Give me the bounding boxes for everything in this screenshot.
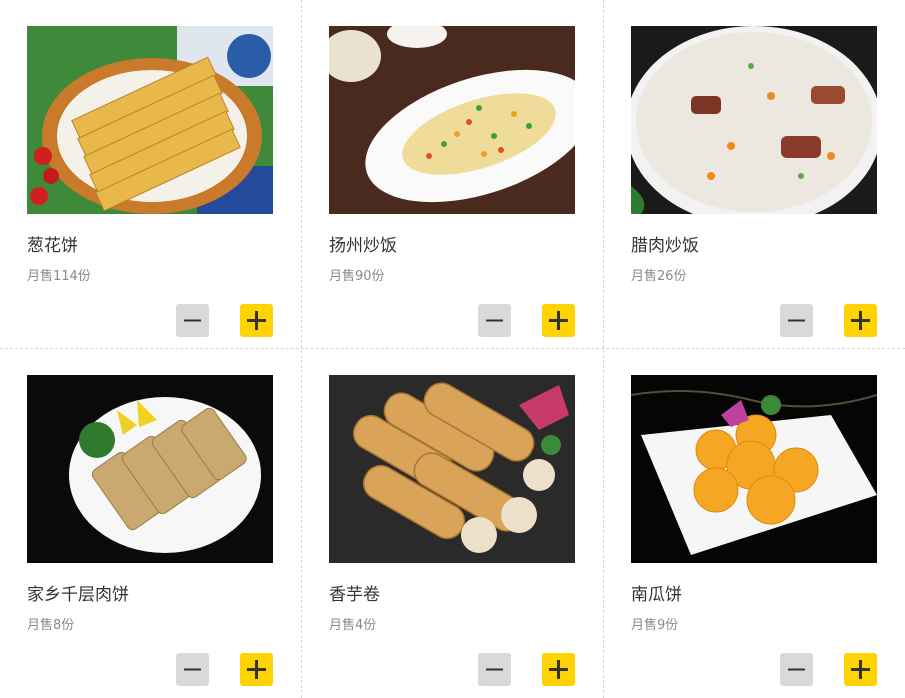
product-card-cured-pork-fried-rice[interactable]: 腊肉炒饭 月售26份: [604, 0, 905, 349]
product-name: 葱花饼: [27, 236, 78, 256]
cured-pork-fried-rice-photo[interactable]: [631, 26, 877, 214]
monthly-sales: 月售4份: [329, 618, 377, 633]
minus-icon: [788, 319, 805, 322]
product-name: 扬州炒饭: [329, 236, 397, 256]
plus-icon: [247, 660, 266, 679]
plus-icon: [851, 311, 870, 330]
scallion-pancake-photo[interactable]: [27, 26, 273, 214]
pumpkin-cake-photo[interactable]: [631, 375, 877, 563]
monthly-sales: 月售26份: [631, 269, 687, 284]
minus-icon: [184, 668, 201, 671]
product-name: 腊肉炒饭: [631, 236, 699, 256]
plus-icon: [549, 660, 568, 679]
increase-quantity-button[interactable]: [240, 653, 273, 686]
layered-meat-pie-photo[interactable]: [27, 375, 273, 563]
decrease-quantity-button[interactable]: [478, 653, 511, 686]
decrease-quantity-button[interactable]: [780, 653, 813, 686]
product-card-yangzhou-fried-rice[interactable]: 扬州炒饭 月售90份: [302, 0, 604, 349]
monthly-sales: 月售8份: [27, 618, 75, 633]
monthly-sales: 月售114份: [27, 269, 91, 284]
decrease-quantity-button[interactable]: [176, 304, 209, 337]
product-name: 南瓜饼: [631, 585, 682, 605]
plus-icon: [549, 311, 568, 330]
plus-icon: [247, 311, 266, 330]
minus-icon: [788, 668, 805, 671]
taro-roll-photo[interactable]: [329, 375, 575, 563]
increase-quantity-button[interactable]: [542, 304, 575, 337]
plus-icon: [851, 660, 870, 679]
increase-quantity-button[interactable]: [844, 304, 877, 337]
minus-icon: [184, 319, 201, 322]
minus-icon: [486, 319, 503, 322]
monthly-sales: 月售9份: [631, 618, 679, 633]
product-name: 香芋卷: [329, 585, 380, 605]
decrease-quantity-button[interactable]: [780, 304, 813, 337]
product-name: 家乡千层肉饼: [27, 585, 129, 605]
increase-quantity-button[interactable]: [844, 653, 877, 686]
increase-quantity-button[interactable]: [542, 653, 575, 686]
product-card-layered-meat-pie[interactable]: 家乡千层肉饼 月售8份: [0, 349, 302, 698]
decrease-quantity-button[interactable]: [478, 304, 511, 337]
monthly-sales: 月售90份: [329, 269, 385, 284]
decrease-quantity-button[interactable]: [176, 653, 209, 686]
product-grid: 葱花饼 月售114份 扬州炒饭 月售90份 腊肉炒饭 月售26份 家乡千层肉饼 …: [0, 0, 905, 698]
product-card-pumpkin-cake[interactable]: 南瓜饼 月售9份: [604, 349, 905, 698]
product-card-taro-roll[interactable]: 香芋卷 月售4份: [302, 349, 604, 698]
minus-icon: [486, 668, 503, 671]
yangzhou-fried-rice-photo[interactable]: [329, 26, 575, 214]
product-card-scallion-pancake[interactable]: 葱花饼 月售114份: [0, 0, 302, 349]
increase-quantity-button[interactable]: [240, 304, 273, 337]
